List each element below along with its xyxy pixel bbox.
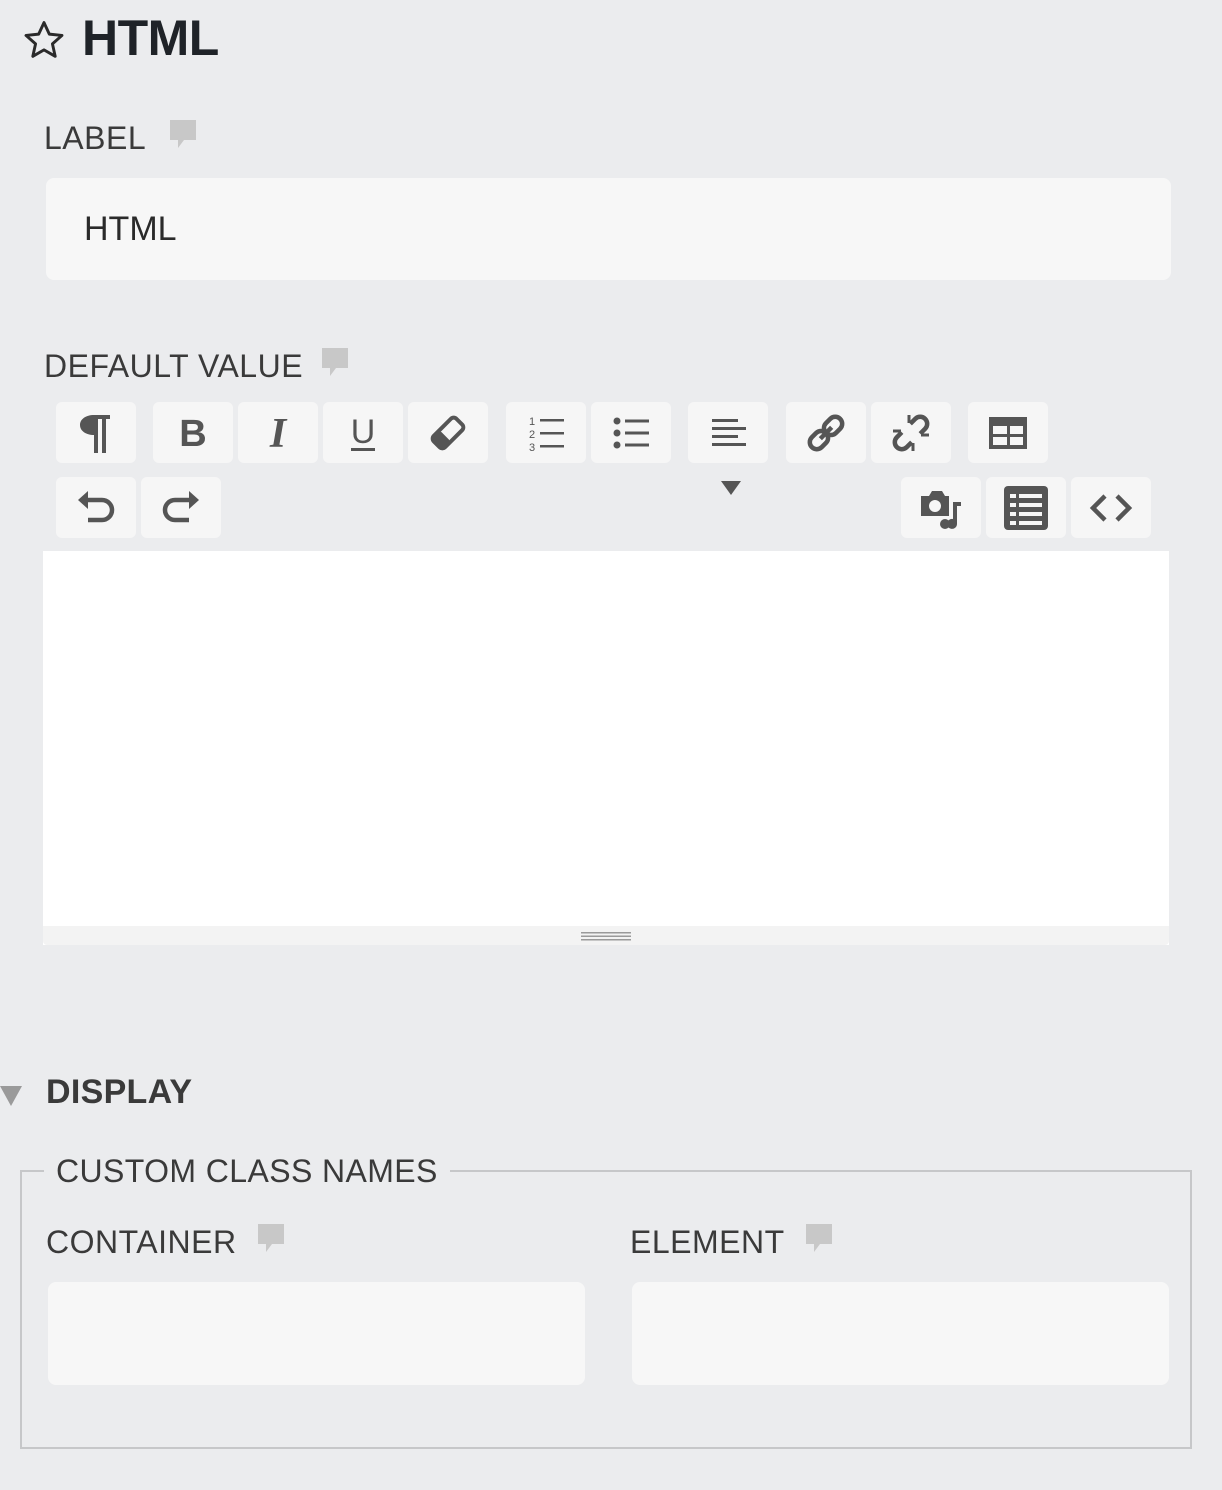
table-icon (989, 416, 1027, 449)
eraser-icon (430, 415, 466, 450)
svg-text:1: 1 (529, 416, 535, 428)
element-label: ELEMENT (630, 1224, 785, 1260)
bold-button[interactable]: B (153, 402, 233, 463)
rich-text-editor[interactable] (43, 551, 1169, 945)
code-icon (1089, 493, 1133, 522)
eraser-button[interactable] (408, 402, 488, 463)
link-button[interactable] (786, 402, 866, 463)
table-button[interactable] (968, 402, 1048, 463)
label-field-label: LABEL (44, 120, 147, 156)
bold-icon: B (179, 413, 206, 455)
unlink-button[interactable] (871, 402, 951, 463)
star-outline-icon[interactable] (22, 18, 66, 62)
comment-icon[interactable] (168, 118, 198, 152)
source-list-icon (1004, 485, 1048, 530)
underline-icon: U (351, 413, 376, 451)
display-section-title[interactable]: DISPLAY (46, 1070, 192, 1114)
page-title: HTML (82, 10, 219, 66)
underline-button[interactable]: U (323, 402, 403, 463)
label-input[interactable] (46, 178, 1171, 280)
italic-icon: I (269, 411, 288, 455)
align-dropdown-caret-icon[interactable] (720, 480, 742, 496)
svg-text:U: U (351, 413, 376, 451)
default-value-label: DEFAULT VALUE (44, 348, 304, 384)
container-label: CONTAINER (46, 1224, 237, 1260)
align-button[interactable] (688, 402, 768, 463)
code-button[interactable] (1071, 477, 1151, 538)
source-list-button[interactable] (986, 477, 1066, 538)
container-class-input[interactable] (48, 1282, 585, 1385)
undo-icon (78, 490, 115, 522)
ordered-list-button[interactable]: 1 2 3 (506, 402, 586, 463)
media-icon (921, 490, 961, 529)
fieldset-legend: CUSTOM CLASS NAMES (44, 1150, 450, 1192)
redo-icon (162, 490, 199, 522)
undo-button[interactable] (56, 477, 136, 538)
ordered-list-icon: 1 2 3 (529, 416, 564, 454)
comment-icon[interactable] (256, 1222, 286, 1256)
unlink-icon (892, 414, 930, 451)
comment-icon[interactable] (804, 1222, 834, 1256)
media-button[interactable] (901, 477, 981, 538)
element-class-input[interactable] (632, 1282, 1169, 1385)
paragraph-icon (80, 414, 110, 453)
svg-text:I: I (269, 411, 288, 455)
svg-text:2: 2 (529, 429, 535, 441)
comment-icon[interactable] (320, 346, 350, 380)
align-left-icon (712, 418, 746, 446)
svg-text:3: 3 (529, 442, 535, 454)
bullet-list-icon (613, 417, 649, 448)
bullet-list-button[interactable] (591, 402, 671, 463)
resize-grip-icon[interactable] (581, 931, 631, 941)
link-icon (807, 414, 845, 451)
redo-button[interactable] (141, 477, 221, 538)
svg-text:B: B (179, 413, 206, 455)
italic-button[interactable]: I (238, 402, 318, 463)
paragraph-button[interactable] (56, 402, 136, 463)
caret-down-icon[interactable] (0, 1084, 24, 1108)
